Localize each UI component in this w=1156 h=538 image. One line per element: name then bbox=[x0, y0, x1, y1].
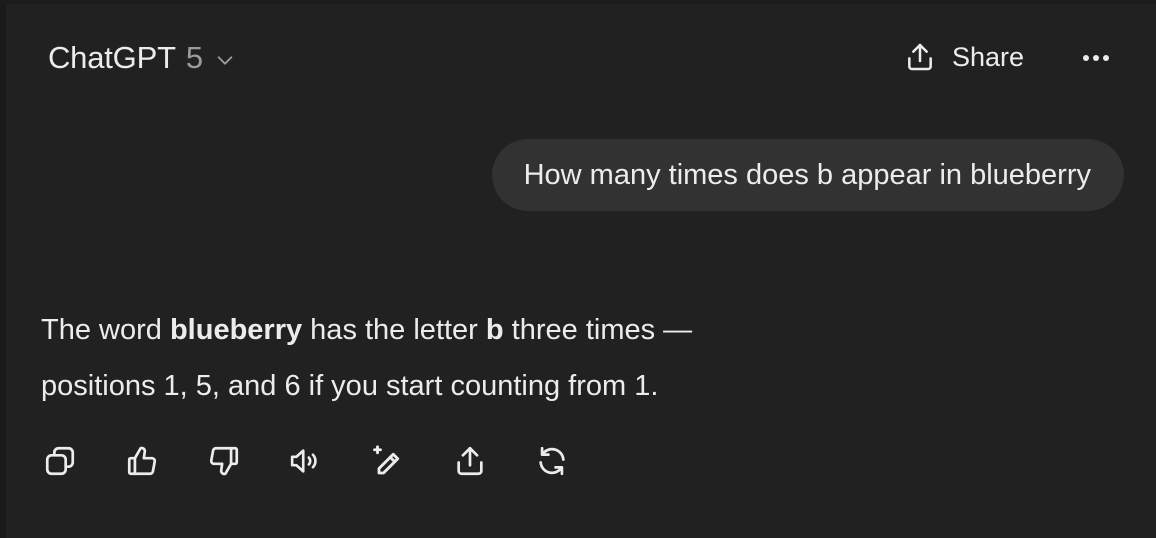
header: ChatGPT 5 Share bbox=[0, 0, 1156, 112]
model-switcher[interactable]: ChatGPT 5 bbox=[48, 38, 237, 78]
message-actions bbox=[40, 440, 572, 482]
read-aloud-button[interactable] bbox=[286, 441, 326, 481]
thumbs-down-icon bbox=[209, 446, 239, 476]
assistant-bold-letter: b bbox=[485, 314, 504, 346]
assistant-line-2: positions 1, 5, and 6 if you start count… bbox=[41, 370, 659, 402]
read-aloud-icon bbox=[290, 449, 317, 473]
good-response-button[interactable] bbox=[122, 441, 162, 481]
assistant-text: The word bbox=[41, 314, 170, 346]
bad-response-button[interactable] bbox=[204, 441, 244, 481]
share-icon bbox=[902, 39, 938, 75]
model-version: 5 bbox=[185, 40, 204, 75]
thumbs-up-icon bbox=[127, 446, 157, 476]
model-name: ChatGPT bbox=[48, 40, 176, 75]
assistant-line-1: The word blueberry has the letter b thre… bbox=[41, 302, 801, 358]
assistant-message: The word blueberry has the letter b thre… bbox=[41, 302, 801, 414]
regenerate-icon bbox=[539, 446, 565, 476]
share-message-button[interactable] bbox=[450, 441, 490, 481]
share-label: Share bbox=[952, 41, 1025, 72]
edit-in-canvas-button[interactable] bbox=[368, 441, 408, 481]
user-message-text: How many times does b appear in blueberr… bbox=[523, 158, 1091, 191]
copy-icon bbox=[45, 446, 75, 476]
copy-button[interactable] bbox=[40, 441, 80, 481]
share-button[interactable]: Share bbox=[902, 38, 1024, 76]
share-icon bbox=[457, 446, 483, 476]
assistant-bold-word: blueberry bbox=[169, 314, 303, 346]
user-message-bubble: How many times does b appear in blueberr… bbox=[491, 139, 1124, 211]
assistant-text: has the letter bbox=[302, 314, 486, 346]
edit-canvas-icon bbox=[373, 445, 400, 475]
regenerate-button[interactable] bbox=[532, 441, 572, 481]
assistant-text: three times — bbox=[503, 314, 693, 346]
more-icon bbox=[1083, 55, 1109, 61]
more-options-button[interactable] bbox=[1076, 40, 1116, 76]
chevron-down-icon bbox=[213, 48, 237, 72]
